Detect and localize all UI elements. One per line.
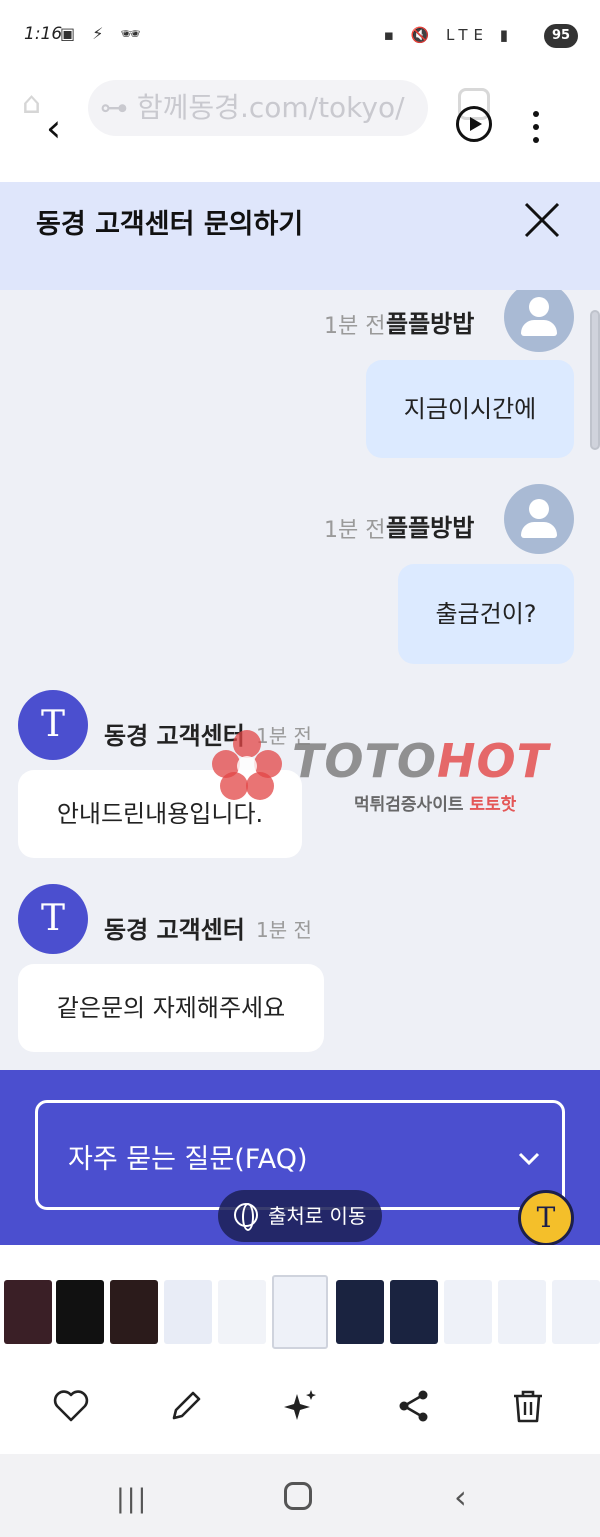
back-button[interactable]: ‹ [46,106,86,150]
thumbnail[interactable] [56,1280,104,1344]
message-time: 1분 전 [324,518,386,543]
globe-icon [234,1203,258,1231]
browser-toolbar: ⌂ ⊶ 함께동경.com/tokyo/ ‹ [0,72,600,182]
support-avatar: T [18,884,88,954]
system-back-button[interactable]: ‹ [454,1478,467,1516]
sparkle-icon[interactable] [280,1386,320,1426]
user-message-bubble: 출금건이? [398,564,574,664]
scrollbar[interactable] [590,310,600,450]
recents-button[interactable]: ||| [116,1484,148,1514]
watermark-sub-b: 토토핫 [469,795,517,815]
share-icon[interactable] [394,1386,434,1426]
page-title: 동경 고객센터 문의하기 [36,209,304,240]
text-extract-icon[interactable]: T [518,1190,574,1246]
media-play-icon[interactable] [456,106,492,142]
more-menu-icon[interactable] [528,108,544,148]
thumbnail[interactable] [444,1280,492,1344]
user-avatar [504,484,574,554]
user-avatar [504,290,574,352]
watermark-brand-b: HOT [436,734,549,788]
thumbnail[interactable] [164,1280,212,1344]
thumbnail[interactable] [552,1280,600,1344]
watermark-logo-icon [212,730,282,800]
support-name: 동경 고객센터 [104,916,245,944]
trash-icon[interactable] [508,1386,548,1426]
system-nav-bar: ||| ‹ [0,1454,600,1537]
status-right-icons: ▪ 🔇 LTE ▮ [383,26,514,44]
support-message-bubble: 같은문의 자제해주세요 [18,964,324,1052]
faq-label: 자주 묻는 질문(FAQ) [68,1144,308,1175]
status-left-icons: ▣ ⚡ 🕶 [60,24,147,43]
watermark-brand-a: TOTO [292,734,437,788]
user-message-bubble: 지금이시간에 [366,360,574,458]
support-avatar: T [18,690,88,760]
thumbnail[interactable] [336,1280,384,1344]
chevron-down-icon [518,1152,540,1166]
message-time: 1분 전 [324,314,386,339]
source-label: 출처로 이동 [268,1204,367,1228]
message-time: 1분 전 [256,918,312,942]
thumbnail-selected[interactable] [272,1275,328,1349]
chat-area[interactable]: 1분 전 플플방밥 지금이시간에 1분 전 플플방밥 출금건이? T 동경 고객… [0,290,600,1070]
battery-indicator: 95 [544,24,578,48]
inquiry-header: 동경 고객센터 문의하기 [0,182,600,290]
message-sender: 플플방밥 [386,514,475,542]
watermark: TOTOHOT 먹튀검증사이트 토토핫 [210,728,600,818]
status-time: 1:16 [24,24,63,44]
url-bar[interactable]: ⊶ 함께동경.com/tokyo/ [88,80,428,136]
gallery-thumbnail-strip[interactable] [0,1245,600,1360]
heart-icon[interactable] [51,1386,91,1426]
close-icon[interactable] [522,200,562,240]
watermark-sub-a: 먹튀검증사이트 [354,795,464,815]
message-sender: 플플방밥 [386,310,475,338]
thumbnail[interactable] [218,1280,266,1344]
home-button[interactable] [284,1482,312,1510]
thumbnail[interactable] [390,1280,438,1344]
go-to-source-button[interactable]: 출처로 이동 [218,1190,382,1242]
thumbnail[interactable] [4,1280,52,1344]
photo-action-bar [0,1360,600,1454]
thumbnail[interactable] [110,1280,158,1344]
pencil-icon[interactable] [166,1386,206,1426]
status-bar: 1:16 ▣ ⚡ 🕶 ▪ 🔇 LTE ▮ 95 [0,0,600,72]
thumbnail[interactable] [498,1280,546,1344]
